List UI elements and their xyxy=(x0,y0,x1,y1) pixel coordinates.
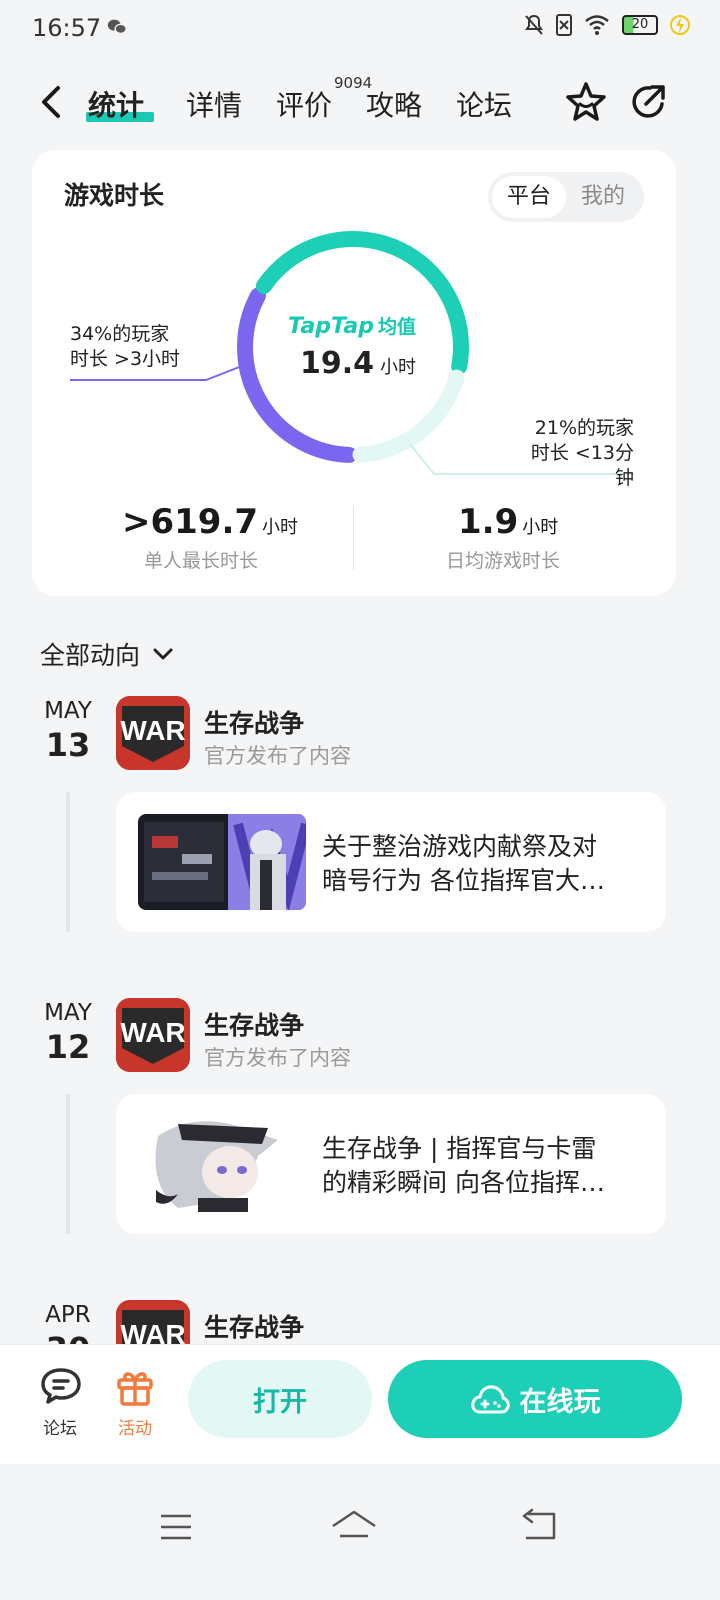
feed-date-day: 12 xyxy=(45,1028,91,1066)
wechat-icon xyxy=(107,19,127,35)
tab-stats[interactable]: 统计 xyxy=(88,84,144,124)
post-text: 生存战争 | 指挥官与卡雷 的精彩瞬间 向各位指挥… xyxy=(322,1132,642,1200)
play-online-button[interactable]: 在线玩 xyxy=(388,1360,682,1438)
tab-guides[interactable]: 攻略 xyxy=(366,84,422,124)
open-button[interactable]: 打开 xyxy=(188,1360,372,1438)
tab-reviews[interactable]: 评价 xyxy=(276,84,332,124)
war-logo-icon: WAR xyxy=(116,998,190,1072)
tab-forum[interactable]: 论坛 xyxy=(456,84,512,124)
feed-app-name[interactable]: 生存战争 xyxy=(204,1308,304,1344)
charging-icon xyxy=(670,15,690,35)
timeline-line xyxy=(66,1094,70,1234)
playtime-title: 游戏时长 xyxy=(64,181,165,210)
post-title-line1: 生存战争 | 指挥官与卡雷 xyxy=(322,1134,597,1163)
status-time: 16:57 xyxy=(32,14,102,42)
toggle-platform[interactable]: 平台 xyxy=(492,176,566,218)
annotation-left-line2: 时长 >3小时 xyxy=(70,348,181,370)
status-icons: 20 xyxy=(524,14,690,36)
forum-label[interactable]: 论坛 xyxy=(30,1414,90,1439)
annotation-left: 34%的玩家 时长 >3小时 xyxy=(70,322,180,372)
war-app-icon[interactable]: WAR xyxy=(116,696,190,770)
feed-date-month: APR xyxy=(45,1302,91,1328)
daily-playtime-value: 1.9 xyxy=(458,502,519,542)
feed-date-month: MAY xyxy=(44,1000,92,1026)
max-playtime-unit: 小时 xyxy=(262,517,299,538)
menu-icon[interactable] xyxy=(158,1512,194,1542)
favorite-star-icon[interactable] xyxy=(564,80,608,124)
svg-text:WAR: WAR xyxy=(120,1017,185,1048)
taptap-brand: TapTap 均值 xyxy=(288,312,416,339)
average-label: 均值 xyxy=(377,316,416,338)
sim-off-icon xyxy=(556,14,572,36)
feed-filter-label: 全部动向 xyxy=(40,641,141,670)
daily-playtime: 1.9 小时 xyxy=(458,502,558,542)
play-online-label: 在线玩 xyxy=(519,1386,601,1418)
forum-chat-icon[interactable] xyxy=(38,1364,84,1410)
daily-playtime-caption: 日均游戏时长 xyxy=(446,550,561,572)
war-app-icon[interactable]: WAR xyxy=(116,998,190,1072)
platform-toggle: 平台 我的 xyxy=(488,172,644,222)
stats-divider xyxy=(353,506,354,570)
activity-label[interactable]: 活动 xyxy=(105,1414,165,1439)
max-playtime-caption: 单人最长时长 xyxy=(144,550,259,572)
mute-notification-icon xyxy=(525,14,543,35)
open-button-label: 打开 xyxy=(253,1386,307,1418)
back-icon[interactable] xyxy=(34,82,70,122)
post-text: 关于整治游戏内献祭及对 暗号行为 各位指挥官大… xyxy=(322,830,642,898)
toggle-mine[interactable]: 我的 xyxy=(566,176,640,218)
tab-details[interactable]: 详情 xyxy=(186,84,242,124)
post-title-line2: 暗号行为 各位指挥官大… xyxy=(322,866,605,895)
battery-indicator: 20 xyxy=(622,15,658,35)
max-playtime: >619.7 小时 xyxy=(122,502,298,542)
feed-subtitle: 官方发布了内容 xyxy=(204,744,351,768)
feed-filter-dropdown[interactable]: 全部动向 xyxy=(40,636,176,672)
feed-subtitle: 官方发布了内容 xyxy=(204,1046,351,1070)
daily-playtime-unit: 小时 xyxy=(522,517,559,538)
feed-app-name[interactable]: 生存战争 xyxy=(204,1006,304,1042)
average-number: 19.4 xyxy=(300,346,375,381)
cloud-gamepad-icon xyxy=(470,1385,510,1414)
svg-text:WAR: WAR xyxy=(120,715,185,746)
share-icon[interactable] xyxy=(626,80,670,124)
back-nav-icon[interactable] xyxy=(518,1508,558,1542)
post-thumbnail xyxy=(138,814,306,910)
annotation-right-line1: 21%的玩家 xyxy=(534,417,634,439)
feed-date-day: 13 xyxy=(45,726,91,764)
chevron-down-icon xyxy=(153,648,173,660)
war-logo-icon: WAR xyxy=(116,696,190,770)
gift-icon[interactable] xyxy=(112,1364,158,1410)
annotation-left-line1: 34%的玩家 xyxy=(70,323,170,345)
post-thumbnail xyxy=(138,1116,306,1212)
feed-date-month: MAY xyxy=(44,698,92,724)
timeline-line xyxy=(66,792,70,932)
average-unit: 小时 xyxy=(380,357,417,378)
taptap-logo-text: TapTap xyxy=(288,314,374,339)
annotation-right: 21%的玩家 时长 <13分钟 xyxy=(518,416,634,491)
feed-app-name[interactable]: 生存战争 xyxy=(204,704,304,740)
home-icon[interactable] xyxy=(330,1508,378,1544)
annotation-right-line2: 时长 <13分钟 xyxy=(530,442,634,489)
max-playtime-value: >619.7 xyxy=(122,502,259,542)
post-title-line1: 关于整治游戏内献祭及对 xyxy=(322,832,598,861)
post-title-line2: 的精彩瞬间 向各位指挥… xyxy=(322,1168,605,1197)
average-value: 19.4 小时 xyxy=(300,346,416,381)
wifi-icon xyxy=(585,15,609,35)
